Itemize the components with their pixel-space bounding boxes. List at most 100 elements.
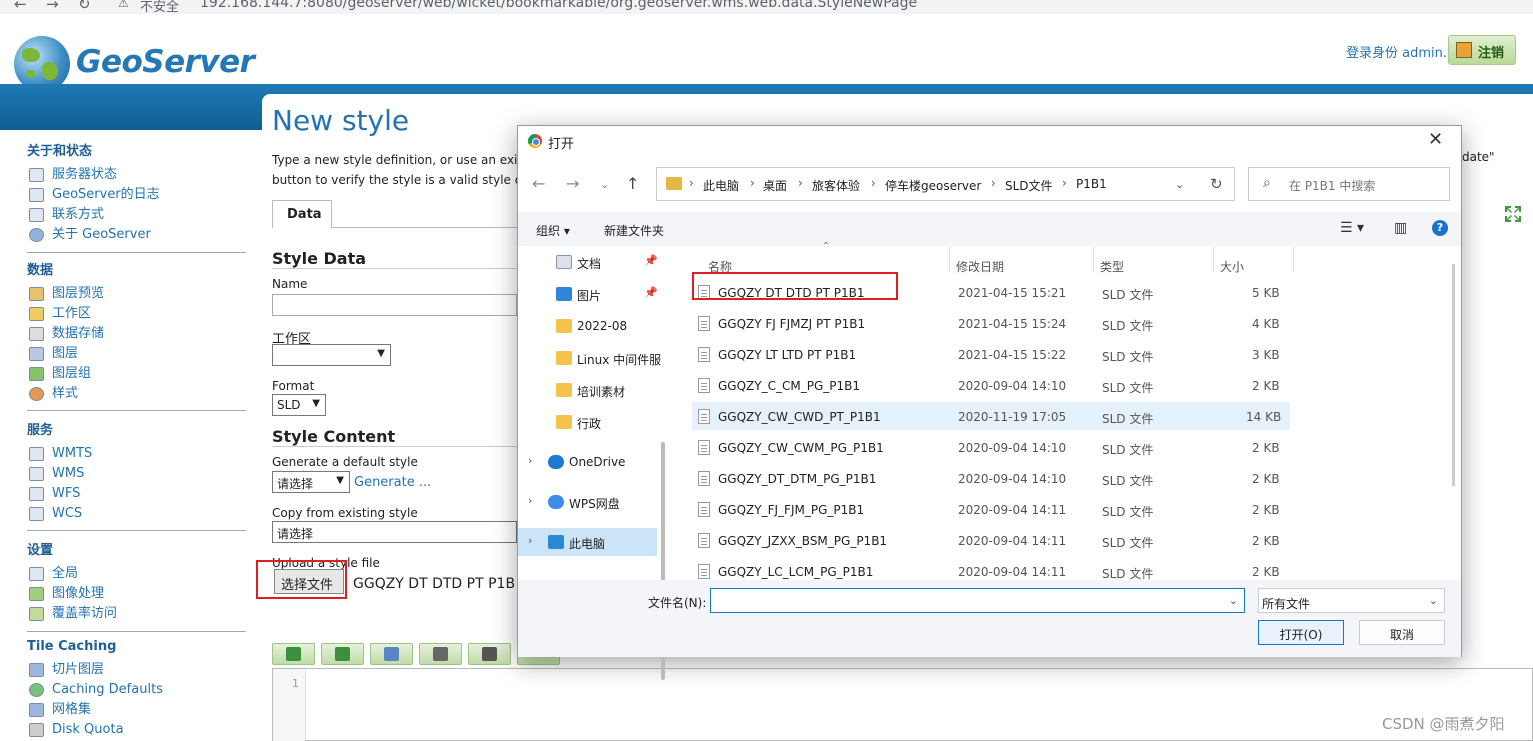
sidebar-item-tile-layers[interactable]: 切片图层	[27, 660, 247, 680]
copy-style-select[interactable]: 请选择	[272, 521, 517, 543]
table-row[interactable]: GGQZY_CW_CWM_PG_P1B1 2020-09-04 14:10 SL…	[692, 433, 1290, 461]
table-row[interactable]: GGQZY_C_CM_PG_P1B1 2020-09-04 14:10 SLD …	[692, 371, 1290, 399]
sidebar-section-data: 数据 图层预览 工作区 数据存储 图层 图层组 样式	[27, 259, 247, 404]
sidebar-item-layers[interactable]: 图层	[27, 344, 247, 364]
sidebar-item-gridsets[interactable]: 网格集	[27, 700, 247, 720]
breadcrumb-item[interactable]: 此电脑	[703, 177, 739, 194]
cancel-button[interactable]: 取消	[1359, 620, 1445, 645]
nav-item-this-pc[interactable]: › 此电脑	[518, 528, 657, 556]
nav-item-documents[interactable]: 文档 📌	[518, 248, 668, 276]
nav-item-training[interactable]: 培训素材	[518, 376, 668, 404]
sidebar-item-styles[interactable]: 样式	[27, 384, 247, 404]
chevron-down-icon[interactable]: ⌄	[1175, 178, 1184, 191]
column-divider[interactable]	[1093, 246, 1094, 272]
column-header-modified[interactable]: 修改日期	[956, 258, 1004, 275]
forward-icon[interactable]: →	[46, 0, 59, 13]
column-header-size[interactable]: 大小	[1220, 258, 1244, 275]
nav-item-linux[interactable]: Linux 中间件服	[518, 344, 668, 372]
filetype-select[interactable]: 所有文件 ⌄	[1258, 588, 1445, 613]
breadcrumb-item[interactable]: 停车楼geoserver	[885, 177, 981, 194]
breadcrumb-item[interactable]: 旅客体验	[812, 177, 860, 194]
scrollbar[interactable]	[1452, 264, 1455, 486]
sidebar-item-image-processing[interactable]: 图像处理	[27, 584, 247, 604]
chevron-right-icon: ›	[689, 176, 694, 190]
nav-item-wps[interactable]: › WPS网盘	[518, 488, 668, 516]
forward-icon[interactable]: →	[566, 174, 579, 193]
organize-menu[interactable]: 组织 ▾	[536, 222, 570, 239]
sidebar-item-coverage-access[interactable]: 覆盖率访问	[27, 604, 247, 624]
description-line: Type a new style definition, or use an e…	[272, 153, 529, 167]
table-row[interactable]: GGQZY FJ FJMZJ PT P1B1 2021-04-15 15:24 …	[692, 309, 1290, 337]
sidebar-item-about[interactable]: 关于 GeoServer	[27, 225, 247, 245]
reformat-button[interactable]	[419, 643, 462, 665]
reload-icon[interactable]: ↻	[78, 0, 91, 13]
up-icon[interactable]: ↑	[626, 174, 639, 193]
nav-item-onedrive[interactable]: › OneDrive	[518, 448, 668, 476]
breadcrumb-item[interactable]: SLD文件	[1005, 177, 1053, 194]
logo-text[interactable]: GeoServer	[76, 44, 255, 80]
sidebar-item-caching-defaults[interactable]: Caching Defaults	[27, 680, 247, 700]
nav-item-admin[interactable]: 行政	[518, 408, 668, 436]
workspace-select[interactable]: ▼	[272, 344, 391, 366]
generate-link[interactable]: Generate ...	[354, 475, 431, 490]
breadcrumb-item[interactable]: 桌面	[763, 177, 787, 194]
generate-select[interactable]: 请选择 ▼	[272, 471, 350, 493]
sidebar-item-stores[interactable]: 数据存储	[27, 324, 247, 344]
sidebar-divider	[27, 252, 246, 253]
column-divider[interactable]	[1213, 246, 1214, 272]
format-select[interactable]: SLD ▼	[272, 394, 326, 416]
column-divider[interactable]	[949, 246, 950, 272]
table-row[interactable]: GGQZY LT LTD PT P1B1 2021-04-15 15:22 SL…	[692, 340, 1290, 368]
column-header-type[interactable]: 类型	[1100, 258, 1124, 275]
help-icon[interactable]: ?	[1432, 220, 1448, 236]
view-options-icon[interactable]: ☰ ▾	[1340, 220, 1364, 236]
table-row[interactable]: GGQZY_DT_DTM_PG_P1B1 2020-09-04 14:10 SL…	[692, 464, 1290, 492]
back-icon[interactable]: ←	[14, 0, 27, 13]
sidebar-section-title: 关于和状态	[27, 144, 93, 159]
sidebar-item-layer-preview[interactable]: 图层预览	[27, 284, 247, 304]
redo-button[interactable]	[321, 643, 364, 665]
column-divider[interactable]	[1293, 246, 1294, 272]
preview-pane-icon[interactable]: ▥	[1394, 220, 1407, 236]
image-button[interactable]	[468, 643, 511, 665]
close-icon[interactable]: ✕	[1428, 129, 1443, 150]
chevron-down-icon[interactable]: ⌄	[1229, 594, 1238, 607]
search-input[interactable]: ⌕ 在 P1B1 中搜索	[1248, 167, 1450, 201]
service-icon	[29, 467, 44, 481]
url-text[interactable]: 192.168.144.7:8080/geoserver/web/wicket/…	[200, 0, 917, 11]
table-row[interactable]: GGQZY_JZXX_BSM_PG_P1B1 2020-09-04 14:11 …	[692, 526, 1290, 554]
refresh-icon[interactable]: ↻	[1210, 175, 1223, 193]
layer-group-icon	[29, 367, 44, 381]
breadcrumb-item[interactable]: P1B1	[1076, 177, 1107, 191]
filename-input[interactable]: ⌄	[710, 588, 1245, 613]
back-icon[interactable]: ←	[532, 174, 545, 193]
sidebar-item-wcs[interactable]: WCS	[27, 504, 247, 524]
logout-button[interactable]: 注销	[1448, 35, 1516, 65]
goto-line-button[interactable]	[370, 643, 413, 665]
sidebar-item-layer-groups[interactable]: 图层组	[27, 364, 247, 384]
name-input[interactable]	[272, 294, 517, 316]
table-row[interactable]: GGQZY_LC_LCM_PG_P1B1 2020-09-04 14:11 SL…	[692, 557, 1290, 580]
sidebar-item-server-status[interactable]: 服务器状态	[27, 165, 247, 185]
sidebar-item-wms[interactable]: WMS	[27, 464, 247, 484]
undo-button[interactable]	[272, 643, 315, 665]
nav-item-pictures[interactable]: 图片 📌	[518, 280, 668, 308]
tab-data[interactable]: Data	[272, 200, 332, 228]
sidebar-item-contact[interactable]: 联系方式	[27, 205, 247, 225]
table-row[interactable]: GGQZY_CW_CWD_PT_P1B1 2020-11-19 17:05 SL…	[692, 402, 1290, 430]
nav-item-2022-08[interactable]: 2022-08	[518, 312, 668, 340]
address-breadcrumb[interactable]: › 此电脑 › 桌面 › 旅客体验 › 停车楼geoserver › SLD文件…	[656, 167, 1235, 201]
open-button[interactable]: 打开(O)	[1258, 620, 1344, 645]
code-editor[interactable]: 1	[272, 668, 1533, 741]
sidebar-item-wmts[interactable]: WMTS	[27, 444, 247, 464]
sidebar-item-disk-quota[interactable]: Disk Quota	[27, 720, 247, 740]
new-folder-button[interactable]: 新建文件夹	[604, 222, 664, 239]
recent-dropdown-icon[interactable]: ⌄	[600, 178, 609, 191]
sidebar-item-wfs[interactable]: WFS	[27, 484, 247, 504]
sidebar-item-workspaces[interactable]: 工作区	[27, 304, 247, 324]
file-icon	[698, 378, 710, 393]
sidebar-item-logs[interactable]: GeoServer的日志	[27, 185, 247, 205]
sidebar-item-global[interactable]: 全局	[27, 564, 247, 584]
table-row[interactable]: GGQZY_FJ_FJM_PG_P1B1 2020-09-04 14:11 SL…	[692, 495, 1290, 523]
fullscreen-icon[interactable]	[1503, 204, 1523, 224]
